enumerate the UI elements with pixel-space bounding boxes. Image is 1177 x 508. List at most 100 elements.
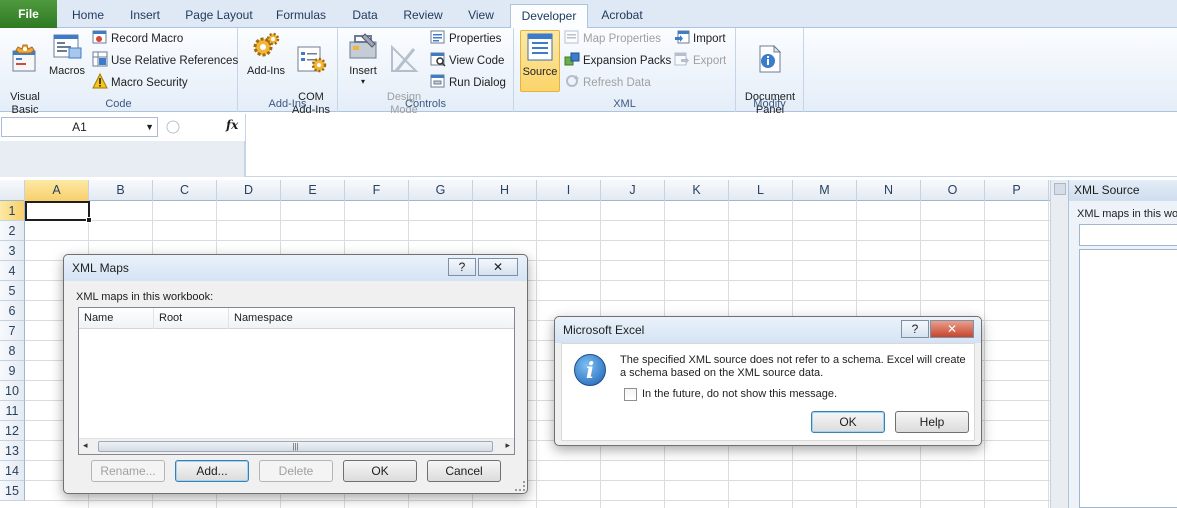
delete-button[interactable]: Delete	[259, 460, 333, 482]
column-header-l[interactable]: L	[729, 180, 793, 201]
vertical-scrollbar[interactable]	[1050, 180, 1068, 508]
select-all-corner[interactable]	[0, 180, 25, 201]
column-header-root[interactable]: Root	[154, 308, 229, 329]
scroll-up-icon[interactable]	[1054, 183, 1066, 195]
column-headers: ABCDEFGHIJKLMNOP	[0, 180, 1050, 201]
properties-icon	[430, 30, 445, 44]
row-header-9[interactable]: 9	[0, 361, 25, 381]
fill-handle[interactable]	[86, 217, 92, 223]
relative-references-icon	[92, 51, 108, 67]
column-header-m[interactable]: M	[793, 180, 857, 201]
row-header-12[interactable]: 12	[0, 421, 25, 441]
name-box-dropdown-icon[interactable]: ▼	[145, 118, 154, 136]
macros-button[interactable]: Macros	[46, 30, 88, 78]
do-not-show-label[interactable]: In the future, do not show this message.	[642, 388, 837, 400]
view-code-icon	[430, 52, 446, 67]
insert-controls-button[interactable]: Insert ▾	[344, 30, 382, 86]
column-header-k[interactable]: K	[665, 180, 729, 201]
excel-dialog-close-button[interactable]: ✕	[930, 320, 974, 338]
tab-page-layout[interactable]: Page Layout	[178, 4, 260, 28]
row-header-3[interactable]: 3	[0, 241, 25, 261]
column-header-g[interactable]: G	[409, 180, 473, 201]
row-header-13[interactable]: 13	[0, 441, 25, 461]
addins-label: Add-Ins	[247, 65, 285, 77]
row-header-7[interactable]: 7	[0, 321, 25, 341]
macro-security-button[interactable]: Macro Security	[92, 73, 188, 93]
use-relative-references-button[interactable]: Use Relative References	[92, 51, 238, 71]
refresh-data-button[interactable]: Refresh Data	[564, 73, 651, 93]
resize-grip-icon[interactable]	[515, 481, 525, 491]
xml-maps-ok-button[interactable]: OK	[343, 460, 417, 482]
rename-button[interactable]: Rename...	[91, 460, 165, 482]
column-header-c[interactable]: C	[153, 180, 217, 201]
row-header-10[interactable]: 10	[0, 381, 25, 401]
xml-maps-list[interactable]: Name Root Namespace ◂ ||| ▸	[78, 307, 515, 455]
do-not-show-checkbox[interactable]	[624, 388, 637, 401]
row-header-1[interactable]: 1	[0, 201, 25, 221]
column-header-n[interactable]: N	[857, 180, 921, 201]
column-header-e[interactable]: E	[281, 180, 345, 201]
column-header-d[interactable]: D	[217, 180, 281, 201]
xml-maps-help-button[interactable]: ?	[448, 258, 476, 276]
row-header-4[interactable]: 4	[0, 261, 25, 281]
active-cell-a1[interactable]	[25, 201, 92, 223]
tab-acrobat[interactable]: Acrobat	[592, 4, 652, 28]
column-header-a[interactable]: A	[25, 180, 89, 201]
xml-maps-horizontal-scrollbar[interactable]: ◂ ||| ▸	[79, 438, 514, 454]
xml-source-map-select[interactable]	[1079, 224, 1177, 246]
xml-source-tree[interactable]	[1079, 249, 1177, 508]
macro-security-label: Macro Security	[111, 77, 188, 89]
tab-file[interactable]: File	[0, 0, 57, 28]
tab-view[interactable]: View	[456, 4, 506, 28]
row-header-8[interactable]: 8	[0, 341, 25, 361]
expansion-packs-label: Expansion Packs	[583, 55, 672, 67]
insert-function-button[interactable]: fx	[226, 118, 238, 132]
tab-review[interactable]: Review	[396, 4, 450, 28]
scroll-thumb[interactable]: |||	[98, 441, 493, 452]
column-header-i[interactable]: I	[537, 180, 601, 201]
excel-dialog-help-button[interactable]: Help	[895, 411, 969, 433]
refresh-data-icon	[566, 75, 579, 87]
tab-formulas[interactable]: Formulas	[266, 4, 336, 28]
add-button[interactable]: Add...	[175, 460, 249, 482]
name-box[interactable]: A1 ▼	[1, 117, 158, 137]
export-button[interactable]: Export	[674, 51, 726, 71]
xml-maps-close-button[interactable]: ✕	[478, 258, 518, 276]
column-header-f[interactable]: F	[345, 180, 409, 201]
xml-maps-list-header: Name Root Namespace	[79, 308, 514, 329]
properties-button[interactable]: Properties	[430, 29, 501, 49]
column-header-p[interactable]: P	[985, 180, 1049, 201]
formula-input[interactable]	[245, 114, 1177, 176]
tab-developer[interactable]: Developer	[510, 4, 588, 29]
excel-dialog-message: The specified XML source does not refer …	[620, 354, 966, 379]
import-button[interactable]: Import	[674, 29, 726, 49]
column-header-o[interactable]: O	[921, 180, 985, 201]
addins-button[interactable]: Add-Ins	[242, 30, 290, 78]
tab-insert[interactable]: Insert	[118, 4, 172, 28]
column-header-namespace[interactable]: Namespace	[229, 308, 514, 329]
tab-data[interactable]: Data	[340, 4, 390, 28]
excel-dialog-help-icon-button[interactable]: ?	[901, 320, 929, 338]
xml-maps-cancel-button[interactable]: Cancel	[427, 460, 501, 482]
tab-home[interactable]: Home	[62, 4, 114, 28]
map-properties-button[interactable]: Map Properties	[564, 29, 661, 49]
scroll-right-icon[interactable]: ▸	[505, 440, 510, 451]
view-code-button[interactable]: View Code	[430, 51, 504, 71]
excel-dialog-ok-button[interactable]: OK	[811, 411, 885, 433]
row-header-15[interactable]: 15	[0, 481, 25, 501]
row-header-2[interactable]: 2	[0, 221, 25, 241]
record-macro-button[interactable]: Record Macro	[92, 29, 183, 49]
expansion-packs-button[interactable]: Expansion Packs	[564, 51, 671, 71]
column-header-b[interactable]: B	[89, 180, 153, 201]
modify-group-label: Modify	[753, 98, 786, 110]
column-header-name[interactable]: Name	[79, 308, 154, 329]
column-header-h[interactable]: H	[473, 180, 537, 201]
row-header-14[interactable]: 14	[0, 461, 25, 481]
scroll-left-icon[interactable]: ◂	[83, 440, 88, 451]
xml-source-button[interactable]: Source	[520, 30, 560, 92]
column-header-j[interactable]: J	[601, 180, 665, 201]
row-header-11[interactable]: 11	[0, 401, 25, 421]
run-dialog-button[interactable]: Run Dialog	[430, 73, 506, 93]
row-header-5[interactable]: 5	[0, 281, 25, 301]
row-header-6[interactable]: 6	[0, 301, 25, 321]
